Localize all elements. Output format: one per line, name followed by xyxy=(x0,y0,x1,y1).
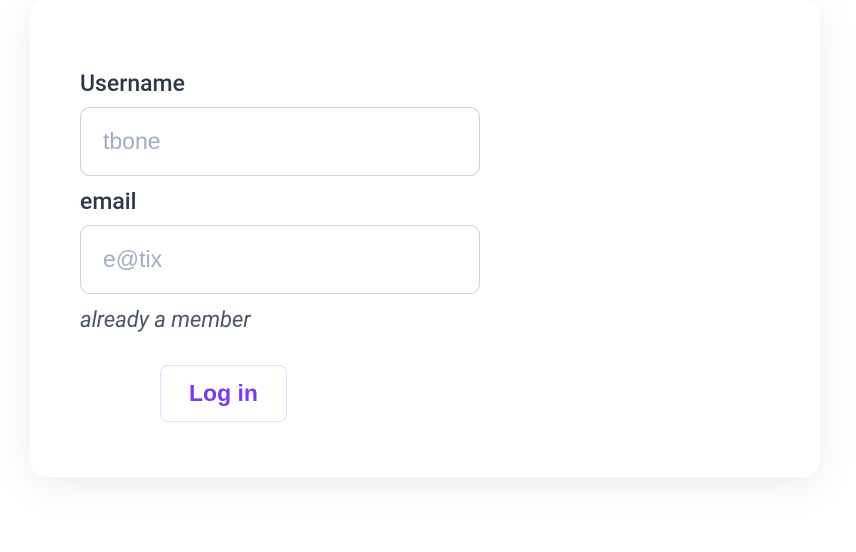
button-row: Log in xyxy=(80,365,770,422)
email-input[interactable] xyxy=(80,225,480,294)
username-input[interactable] xyxy=(80,107,480,176)
login-button[interactable]: Log in xyxy=(160,365,287,422)
member-hint: already a member xyxy=(80,308,770,333)
email-label: email xyxy=(80,188,770,215)
login-card: Username email already a member Log in xyxy=(30,0,820,477)
username-label: Username xyxy=(80,70,770,97)
